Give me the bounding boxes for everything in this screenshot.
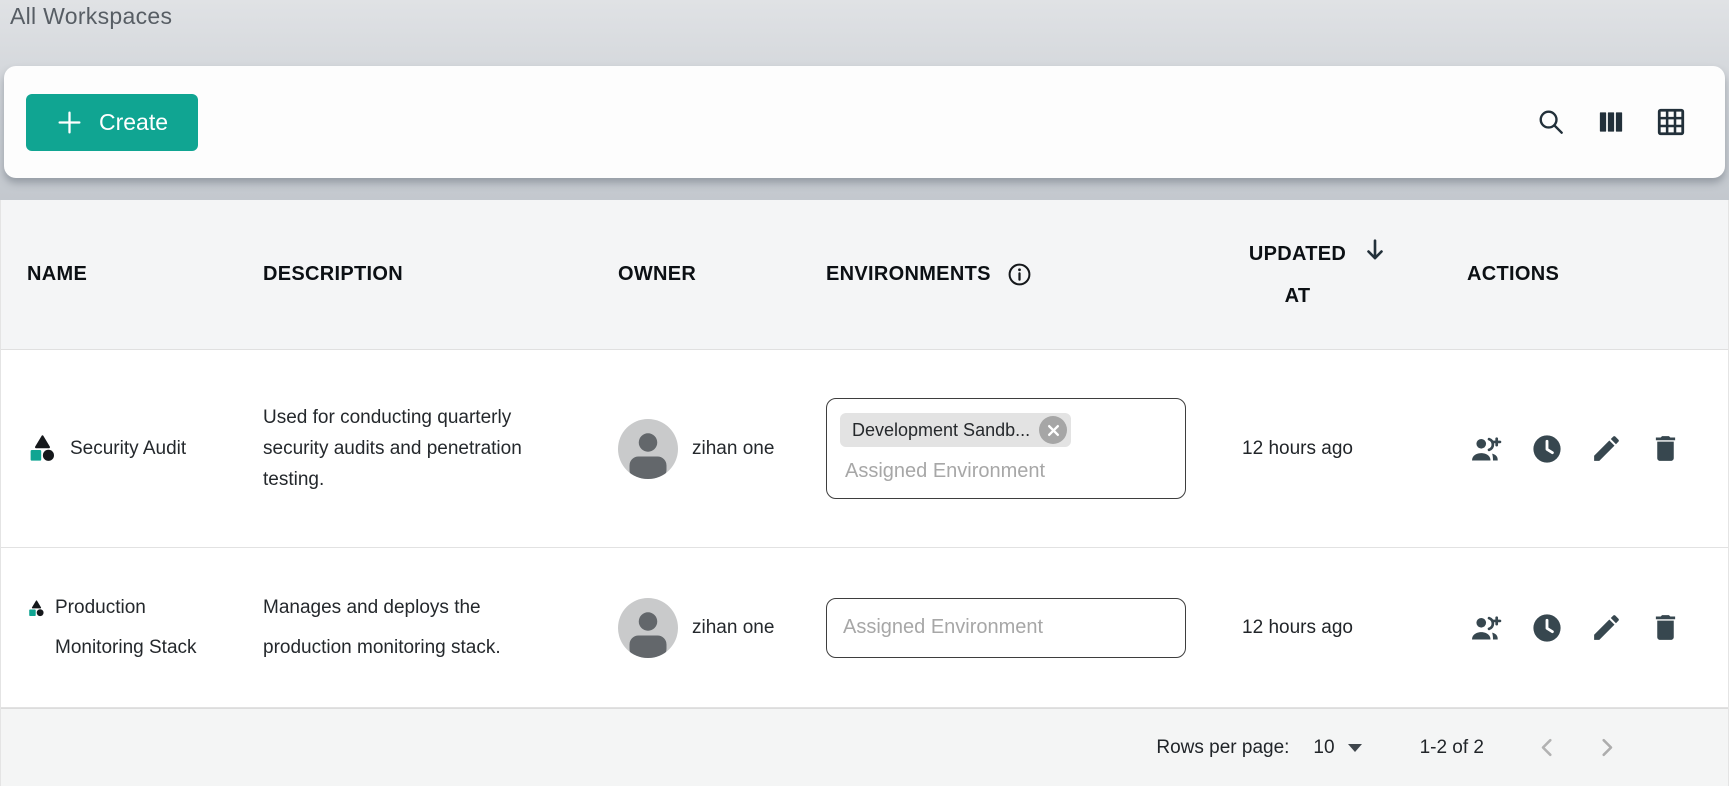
workspace-description: Used for conducting quarterly security a… xyxy=(263,402,565,495)
environment-select[interactable]: Development Sandb... Assigned Environmen… xyxy=(826,398,1186,499)
environments-header-label: ENVIRONMENTS xyxy=(826,263,991,286)
clock-icon xyxy=(1530,432,1564,466)
updated-at-cell: 12 hours ago xyxy=(1180,617,1415,639)
close-icon xyxy=(1047,424,1060,437)
avatar xyxy=(618,598,678,658)
rows-per-page-value: 10 xyxy=(1313,737,1334,759)
owner-name: zihan one xyxy=(692,617,774,639)
column-header-owner[interactable]: OWNER xyxy=(592,263,800,286)
chevron-right-icon xyxy=(1593,734,1620,761)
workspace-shapes-icon xyxy=(27,433,58,464)
search-icon xyxy=(1535,106,1567,138)
column-header-actions: ACTIONS xyxy=(1415,263,1728,286)
history-button[interactable] xyxy=(1530,611,1564,645)
grid-view-icon xyxy=(1655,106,1687,138)
pencil-icon xyxy=(1590,432,1623,465)
pagination-bar: Rows per page: 10 1-2 of 2 xyxy=(1,708,1728,786)
search-button[interactable] xyxy=(1535,106,1567,138)
table-row: Security Audit Used for conducting quart… xyxy=(1,350,1728,548)
updated-header-line2: AT xyxy=(1285,275,1311,317)
workspace-name: Security Audit xyxy=(70,429,186,469)
toolbar-icons xyxy=(1535,106,1687,138)
table-header-row: NAME DESCRIPTION OWNER ENVIRONMENTS UPDA… xyxy=(1,200,1728,350)
description-cell: Manages and deploys the production monit… xyxy=(237,588,592,668)
environment-chip-label: Development Sandb... xyxy=(852,420,1030,441)
workspace-name: Production Monitoring Stack xyxy=(55,588,225,668)
edit-button[interactable] xyxy=(1590,611,1623,644)
grid-view-button[interactable] xyxy=(1655,106,1687,138)
create-button[interactable]: Create xyxy=(26,94,198,151)
environment-chip: Development Sandb... xyxy=(840,413,1071,447)
workspaces-table: NAME DESCRIPTION OWNER ENVIRONMENTS UPDA… xyxy=(0,200,1729,786)
plus-icon xyxy=(56,109,83,136)
chip-remove-button[interactable] xyxy=(1039,416,1067,444)
workspace-shapes-icon xyxy=(27,599,46,618)
owner-cell: zihan one xyxy=(592,598,800,658)
description-cell: Used for conducting quarterly security a… xyxy=(237,402,592,495)
next-page-button[interactable] xyxy=(1593,734,1620,761)
updated-at-text: 12 hours ago xyxy=(1242,438,1353,460)
avatar xyxy=(618,419,678,479)
owner-cell: zihan one xyxy=(592,419,800,479)
person-add-icon xyxy=(1467,432,1504,466)
history-button[interactable] xyxy=(1530,432,1564,466)
actions-cell xyxy=(1415,611,1728,645)
delete-button[interactable] xyxy=(1649,611,1682,644)
environment-placeholder: Assigned Environment xyxy=(843,616,1043,639)
add-user-button[interactable] xyxy=(1467,611,1504,645)
caret-down-icon xyxy=(1348,744,1362,752)
clock-icon xyxy=(1530,611,1564,645)
column-header-updated-at[interactable]: UPDATED AT xyxy=(1180,233,1415,317)
top-band: All Workspaces Create xyxy=(0,0,1729,200)
arrow-down-icon xyxy=(1360,235,1390,265)
actions-cell xyxy=(1415,432,1728,466)
updated-header-line1: UPDATED xyxy=(1249,243,1346,265)
column-header-description[interactable]: DESCRIPTION xyxy=(237,263,592,286)
trash-icon xyxy=(1649,611,1682,644)
column-header-name[interactable]: NAME xyxy=(1,263,237,286)
page-title: All Workspaces xyxy=(10,3,172,30)
info-icon[interactable] xyxy=(1006,261,1033,288)
environment-select[interactable]: Assigned Environment xyxy=(826,598,1186,658)
environments-cell: Assigned Environment xyxy=(800,598,1180,658)
table-row: Production Monitoring Stack Manages and … xyxy=(1,548,1728,708)
owner-name: zihan one xyxy=(692,438,774,460)
workspace-description: Manages and deploys the production monit… xyxy=(263,588,565,668)
columns-view-button[interactable] xyxy=(1596,107,1626,137)
trash-icon xyxy=(1649,432,1682,465)
name-cell: Security Audit xyxy=(1,429,237,469)
columns-view-icon xyxy=(1596,107,1626,137)
toolbar-card: Create xyxy=(4,66,1725,178)
updated-at-cell: 12 hours ago xyxy=(1180,438,1415,460)
create-button-label: Create xyxy=(99,109,168,136)
page-range-label: 1-2 of 2 xyxy=(1420,737,1484,759)
rows-per-page-select[interactable]: 10 xyxy=(1313,737,1361,759)
edit-button[interactable] xyxy=(1590,432,1623,465)
updated-at-text: 12 hours ago xyxy=(1242,617,1353,639)
name-cell: Production Monitoring Stack xyxy=(1,588,237,668)
pencil-icon xyxy=(1590,611,1623,644)
environments-cell: Development Sandb... Assigned Environmen… xyxy=(800,398,1180,499)
prev-page-button[interactable] xyxy=(1534,734,1561,761)
person-add-icon xyxy=(1467,611,1504,645)
delete-button[interactable] xyxy=(1649,432,1682,465)
column-header-environments[interactable]: ENVIRONMENTS xyxy=(800,261,1180,288)
chevron-left-icon xyxy=(1534,734,1561,761)
environment-placeholder: Assigned Environment xyxy=(840,460,1173,483)
add-user-button[interactable] xyxy=(1467,432,1504,466)
rows-per-page-label: Rows per page: xyxy=(1156,737,1289,759)
